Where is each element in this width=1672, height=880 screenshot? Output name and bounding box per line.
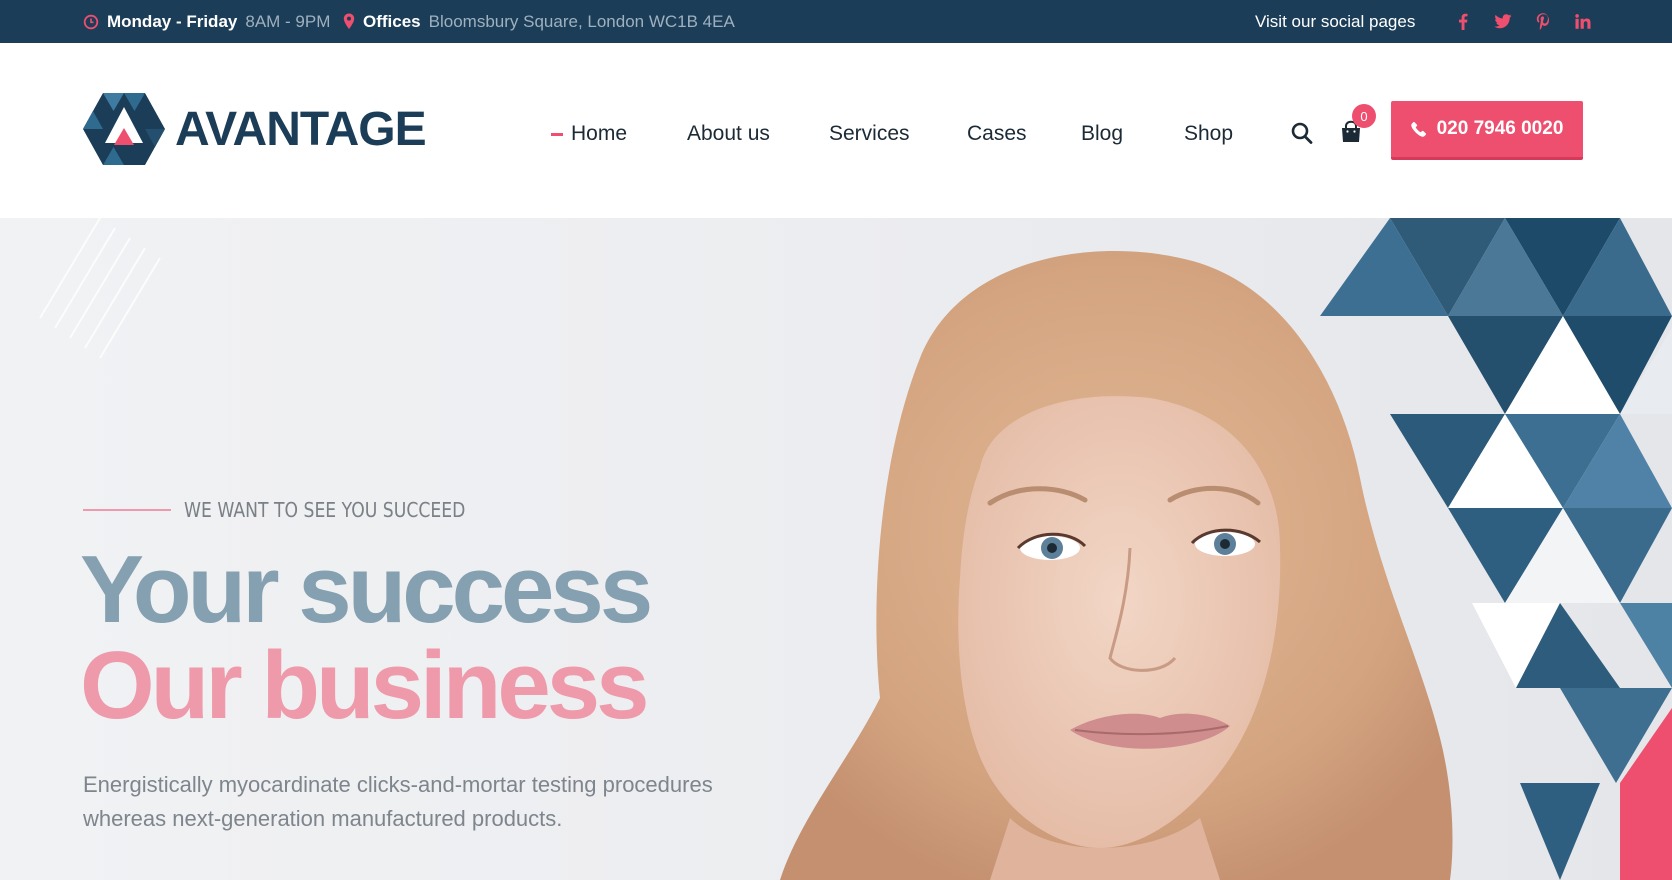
site-header: AVANTAGE Home About us Services Cases Bl…	[0, 43, 1672, 218]
nav-blog[interactable]: Blog	[1081, 117, 1123, 151]
search-icon[interactable]	[1290, 120, 1314, 146]
top-bar: Monday - Friday 8AM - 9PM Offices Blooms…	[0, 0, 1672, 43]
nav-home-label: Home	[571, 122, 628, 145]
hours-info: Monday - Friday 8AM - 9PM	[83, 0, 330, 43]
logo-text: AVANTAGE	[175, 102, 427, 156]
pinterest-icon[interactable]	[1534, 13, 1552, 31]
logo[interactable]: AVANTAGE	[83, 93, 427, 165]
hours-label: Monday - Friday	[107, 11, 238, 31]
hero-eyebrow: WE WANT TO SEE YOU SUCCEED	[83, 498, 511, 522]
offices-address: Bloomsbury Square, London WC1B 4EA	[428, 11, 735, 31]
cart-count-badge: 0	[1352, 104, 1376, 128]
logo-mark-icon	[83, 93, 165, 165]
eyebrow-line	[83, 509, 171, 511]
nav-home[interactable]: Home	[551, 117, 627, 151]
social-label: Visit our social pages	[1255, 11, 1416, 31]
facebook-icon[interactable]	[1454, 13, 1472, 31]
map-pin-icon	[343, 13, 355, 29]
offices-label: Offices	[363, 11, 421, 31]
social-links	[1432, 0, 1592, 43]
phone-call-button[interactable]: 020 7946 0020	[1391, 101, 1583, 160]
hero-description: Energistically myocardinate clicks-and-m…	[83, 772, 713, 831]
hero-title-line1: Your success	[80, 536, 653, 643]
phone-number: 020 7946 0020	[1436, 118, 1564, 139]
nav-about-us[interactable]: About us	[687, 117, 770, 151]
phone-icon	[1410, 121, 1426, 137]
hero-title-line2: Our business	[80, 632, 649, 739]
nav-shop[interactable]: Shop	[1184, 117, 1233, 151]
linkedin-icon[interactable]	[1574, 13, 1592, 31]
active-indicator	[551, 132, 563, 136]
nav-cases[interactable]: Cases	[967, 117, 1027, 151]
clock-icon	[83, 14, 99, 29]
hero-section: WE WANT TO SEE YOU SUCCEED Your success …	[0, 218, 1672, 880]
twitter-icon[interactable]	[1494, 13, 1512, 31]
eyebrow-text: WE WANT TO SEE YOU SUCCEED	[184, 498, 466, 522]
offices-info: Offices Bloomsbury Square, London WC1B 4…	[343, 0, 735, 43]
nav-services[interactable]: Services	[829, 117, 910, 151]
hours-value: 8AM - 9PM	[245, 11, 331, 31]
